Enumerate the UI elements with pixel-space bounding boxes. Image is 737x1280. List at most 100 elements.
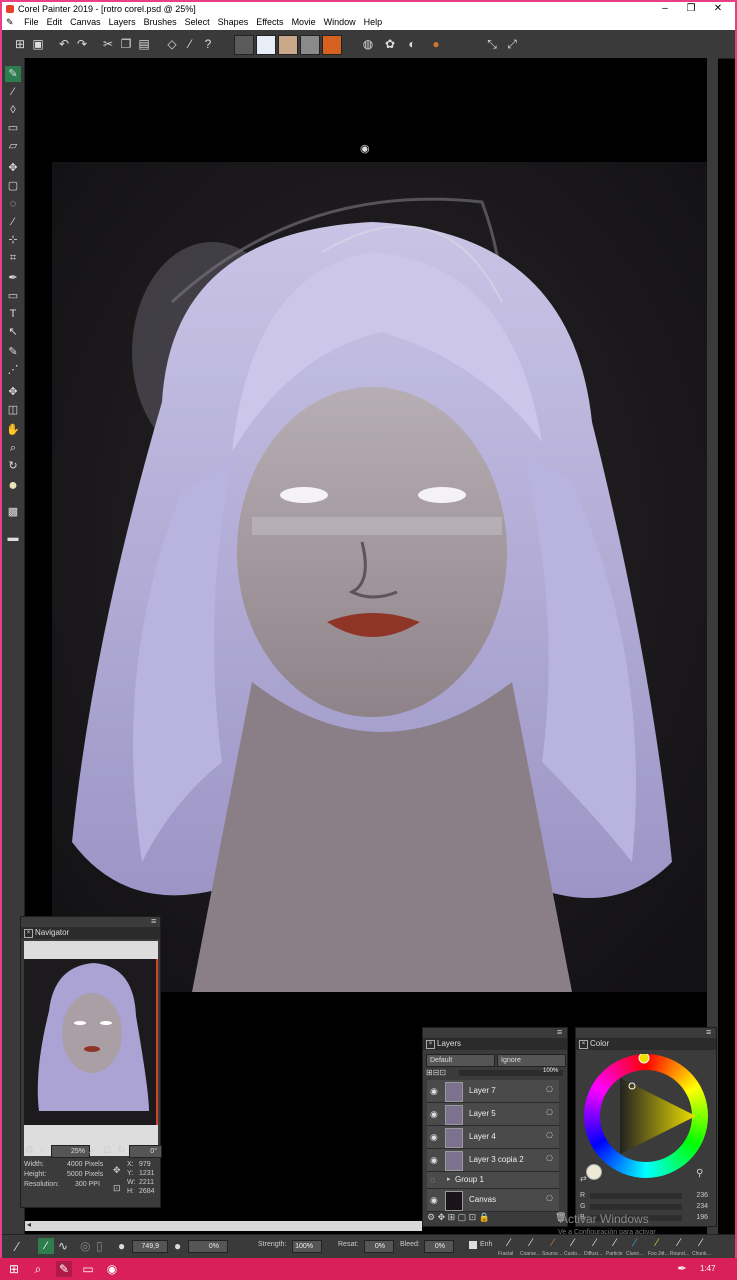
nozzle-icon[interactable]: ● [428,36,444,52]
fit-icon[interactable]: ⊡ [103,1145,111,1156]
layer-row[interactable]: ◉ Layer 7 ⎔ [427,1080,559,1103]
menu-shapes[interactable]: Shapes [214,16,253,28]
visibility-eye-icon[interactable]: ◉ [430,1155,438,1166]
zoom-level[interactable]: 25% [51,1145,90,1158]
blend-mode-select[interactable]: Default [426,1054,495,1067]
layer-row[interactable]: ◉ Layer 3 copia 2 ⎔ [427,1149,559,1172]
visibility-eye-icon[interactable]: ◌ [430,1175,435,1185]
visibility-eye-icon[interactable]: ◉ [430,1132,438,1143]
menu-file[interactable]: File [20,16,43,28]
gradient-tool-icon[interactable]: ▭ [5,120,21,136]
blue-value[interactable]: 196 [696,1214,708,1221]
layer-lock-icon[interactable]: ⎔ [546,1194,553,1203]
green-row[interactable]: G 234 [580,1203,712,1211]
help-icon[interactable]: ? [200,36,216,52]
swap-colors-icon[interactable]: ⇄ [580,1174,587,1183]
expand-group-icon[interactable]: ▸ [447,1175,451,1183]
visibility-eye-icon[interactable]: ◉ [430,1195,438,1206]
brush-tool-icon[interactable]: ✎ [5,66,21,82]
layer-lock-icon[interactable]: ⎔ [546,1108,553,1117]
layer-commands-icon[interactable]: ⚙ ✥ ⊞ ▢ ⊡ 🔒 [427,1212,490,1223]
layer-row[interactable]: ◉ Canvas ⎔ [427,1189,559,1212]
close-panel-icon[interactable]: × [579,1040,588,1049]
texture-icon[interactable] [278,35,298,55]
red-value[interactable]: 236 [696,1192,708,1199]
pen-tray-icon[interactable]: ✒ [674,1261,690,1277]
zoom-in-icon[interactable]: ⌕ [89,1145,95,1156]
search-icon[interactable]: ⌕ [30,1261,46,1277]
layer-lock-icon[interactable]: ⎔ [546,1085,553,1094]
brush-selector-icon[interactable]: ⁄ [16,1239,18,1254]
cut-icon[interactable]: ✂ [100,36,116,52]
layer-lock-icon[interactable]: ⎔ [546,1154,553,1163]
brush-dab-icon[interactable]: ⁄ [38,1238,54,1254]
panel-menu-icon[interactable]: ≡ [151,916,161,926]
save-icon[interactable]: ▣ [30,36,46,52]
red-slider[interactable] [590,1193,682,1199]
dropper-tool-icon[interactable]: ⁄ [5,84,21,100]
panel-menu-icon[interactable]: ≡ [706,1027,716,1037]
visibility-eye-icon[interactable]: ◉ [430,1109,438,1120]
eraser-icon[interactable]: ◇ [164,36,180,52]
main-color-swatch[interactable] [586,1164,602,1180]
pattern-icon[interactable] [300,35,320,55]
magnifier-icon[interactable]: ⌕ [5,440,21,456]
perspective-icon[interactable]: ◫ [5,402,21,418]
rotate-icon[interactable]: ↻ [117,1145,125,1156]
layer-row[interactable]: ◉ Layer 5 ⎔ [427,1103,559,1126]
gradient-icon[interactable] [322,35,342,55]
red-row[interactable]: R 236 [580,1192,712,1200]
navigator-settings-icon[interactable]: ⚙ [25,1145,34,1156]
color-stamp-icon[interactable]: ⚲ [696,1168,703,1179]
media-icon[interactable] [256,35,276,55]
color-swatches-icon[interactable]: ● [5,478,21,494]
navigator-preview[interactable] [24,941,158,1156]
painting-canvas[interactable] [52,162,707,992]
redo-icon[interactable]: ↷ [74,36,90,52]
minimize-button[interactable]: – [654,3,676,15]
undo-icon[interactable]: ↶ [56,36,72,52]
layer-row[interactable]: ◉ Layer 4 ⎔ [427,1126,559,1149]
file-explorer-icon[interactable]: ▭ [80,1261,96,1277]
close-panel-icon[interactable]: × [24,929,33,938]
menu-layers[interactable]: Layers [105,16,140,28]
symmetry-icon[interactable]: ⤢ [504,36,520,52]
layer-lock-icon[interactable]: ⎔ [546,1131,553,1140]
mirror-tool-icon[interactable]: ✥ [5,384,21,400]
composite-select[interactable]: Ignore [497,1054,566,1067]
opacity-value[interactable]: 0% [188,1240,228,1253]
reset-icon[interactable]: ◎ [80,1239,90,1253]
panel-menu-icon[interactable]: ≡ [557,1027,567,1037]
layer-adjuster-icon[interactable]: ✥ [5,160,21,176]
paste-icon[interactable]: ▤ [136,36,152,52]
menu-effects[interactable]: Effects [252,16,287,28]
windows-start-icon[interactable]: ⊞ [6,1261,22,1277]
flow-icon[interactable]: ◍ [360,36,376,52]
brush-icon[interactable]: ⁄ [182,36,198,52]
shape-select-icon[interactable]: ↖ [5,324,21,340]
lasso-icon[interactable]: ◌ [5,196,21,212]
bleed-value[interactable]: 0% [424,1240,454,1253]
rotate-page-icon[interactable]: ↻ [5,458,21,474]
media-selector-icon[interactable]: ▬ [5,530,21,546]
new-icon[interactable]: ⊞ [12,36,28,52]
weave-icon[interactable]: ✿ [382,36,398,52]
copy-icon[interactable]: ❐ [118,36,134,52]
green-value[interactable]: 234 [696,1203,708,1210]
zoom-out-icon[interactable]: ⌕ [39,1145,45,1156]
scroll-left-icon[interactable]: ◂ [27,1220,31,1229]
dodge-icon[interactable]: ⋰ [5,362,21,378]
paint-bucket-icon[interactable]: ◊ [5,102,21,118]
saturation-value-triangle[interactable] [584,1054,708,1178]
close-panel-icon[interactable]: × [426,1040,435,1049]
mirror-icon[interactable]: ⤡ [484,36,500,52]
restore-button[interactable]: ❐ [680,3,702,15]
crop-icon[interactable]: ⌗ [5,250,21,266]
menu-select[interactable]: Select [181,16,214,28]
green-slider[interactable] [590,1204,682,1210]
paper-icon[interactable] [234,35,254,55]
text-icon[interactable]: T [5,306,21,322]
transform-icon[interactable]: ⊹ [5,232,21,248]
dab-preview-icon[interactable]: ▯ [96,1239,103,1253]
rectangle-select-icon[interactable]: ▢ [5,178,21,194]
